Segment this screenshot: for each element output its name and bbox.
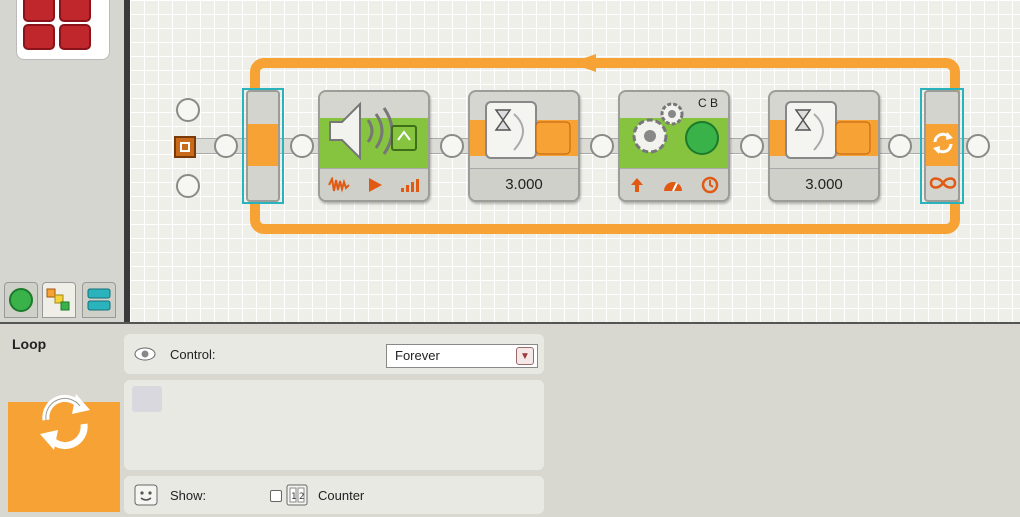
duration-icon <box>702 176 719 193</box>
tab-common-palette[interactable] <box>4 282 38 318</box>
selection-highlight <box>920 88 964 204</box>
control-dropdown-value: Forever <box>395 348 440 363</box>
block-config-panel: Loop Control: Forever ▼ Show: 1 2 Counte… <box>0 322 1020 517</box>
red-square-icon <box>59 24 91 50</box>
blocks-stack-icon <box>46 288 70 311</box>
power-icon <box>663 181 682 191</box>
volume-icon <box>401 178 419 192</box>
wait-block[interactable]: 3.000 <box>468 90 580 202</box>
show-row: Show: 1 2 Counter <box>124 476 544 514</box>
red-square-icon <box>23 0 55 22</box>
svg-text:1: 1 <box>291 492 296 502</box>
green-circle-icon <box>9 288 33 312</box>
start-socket[interactable] <box>176 98 200 122</box>
sound-file-icon <box>328 176 350 193</box>
sound-block[interactable] <box>318 90 430 202</box>
config-title: Loop <box>12 336 47 352</box>
program-canvas[interactable]: 3.000 C B 3.000 <box>130 0 1020 322</box>
show-face-icon <box>134 484 158 506</box>
loop-config-icon <box>8 366 120 512</box>
selection-highlight <box>242 88 284 204</box>
red-square-icon <box>59 0 91 22</box>
control-dropdown[interactable]: Forever ▼ <box>386 344 538 368</box>
sequence-socket[interactable] <box>214 134 238 158</box>
loop-icon <box>40 394 90 450</box>
control-label: Control: <box>170 347 216 362</box>
speaker-icon <box>329 101 417 161</box>
tab-custom-palette[interactable] <box>82 282 116 318</box>
tab-complete-palette[interactable] <box>42 282 76 318</box>
config-options-area <box>124 380 544 470</box>
program-start-icon <box>174 136 196 158</box>
forward-arrow-icon <box>630 177 643 192</box>
counter-icon: 1 2 <box>286 484 308 506</box>
red-square-icon <box>23 24 55 50</box>
gears-icon <box>632 102 719 155</box>
wait-block[interactable]: 3.000 <box>768 90 880 202</box>
svg-text:2: 2 <box>299 492 304 502</box>
counter-checkbox[interactable] <box>270 490 282 502</box>
sequence-socket[interactable] <box>740 134 764 158</box>
eye-icon <box>134 347 156 361</box>
hourglass-timer-icon <box>485 101 571 159</box>
block-palette <box>0 0 124 322</box>
sequence-socket[interactable] <box>290 134 314 158</box>
show-label: Show: <box>170 488 207 503</box>
chevron-down-icon[interactable]: ▼ <box>516 347 534 365</box>
placeholder-icon <box>132 386 162 412</box>
play-icon <box>369 177 382 192</box>
loop-return-arrow-icon <box>570 54 596 72</box>
move-block[interactable]: C B <box>618 90 730 202</box>
sequence-socket[interactable] <box>440 134 464 158</box>
palette-block-tile[interactable] <box>16 0 110 60</box>
start-socket[interactable] <box>176 174 200 198</box>
sequence-socket[interactable] <box>888 134 912 158</box>
wait-duration-value: 3.000 <box>805 176 843 193</box>
sequence-end-socket[interactable] <box>966 134 990 158</box>
sequence-socket[interactable] <box>590 134 614 158</box>
wait-duration-value: 3.000 <box>505 176 543 193</box>
counter-label: Counter <box>318 488 365 503</box>
hourglass-timer-icon <box>785 101 871 159</box>
teal-bars-icon <box>87 288 111 311</box>
